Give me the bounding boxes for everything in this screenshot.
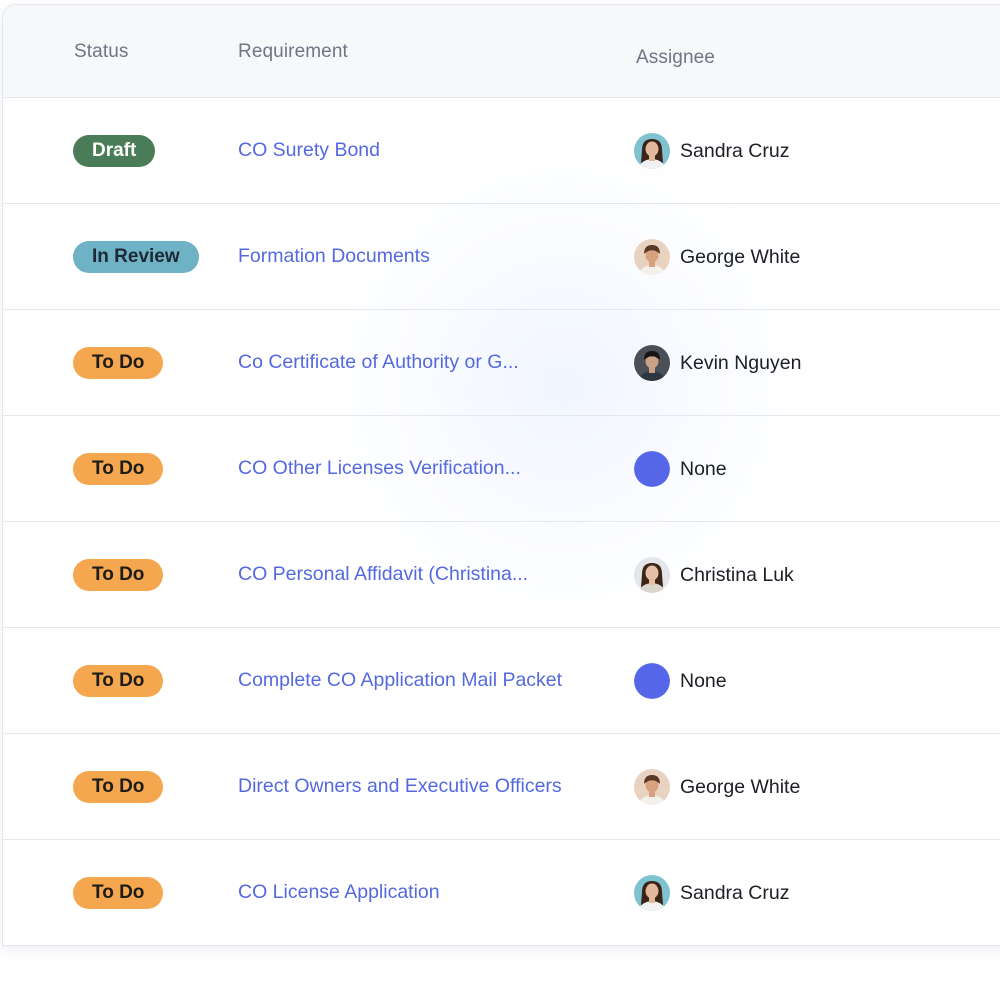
table-row[interactable]: To Do Direct Owners and Executive Office… [3, 734, 1000, 840]
none-avatar [634, 451, 670, 487]
table-row[interactable]: To Do CO Other Licenses Verification... … [3, 416, 1000, 522]
table-row[interactable]: To Do CO Personal Affidavit (Christina..… [3, 522, 1000, 628]
assignee-name: Sandra Cruz [680, 139, 790, 162]
status-badge[interactable]: To Do [73, 559, 164, 591]
status-badge[interactable]: To Do [73, 877, 164, 909]
assignee-name: George White [680, 775, 801, 798]
status-badge[interactable]: To Do [73, 347, 164, 379]
table-row[interactable]: In Review Formation Documents George Whi… [3, 204, 1000, 310]
table-row[interactable]: To Do Complete CO Application Mail Packe… [3, 628, 1000, 734]
table-header: Status Requirement Assignee [3, 5, 1000, 98]
sandra-avatar [634, 875, 670, 911]
sandra-avatar [634, 133, 670, 169]
george-avatar [634, 769, 670, 805]
assignee-cell[interactable]: George White [634, 769, 800, 805]
assignee-name: George White [680, 245, 801, 268]
requirement-link[interactable]: Formation Documents [238, 245, 430, 268]
requirements-table: Status Requirement Assignee Draft CO Sur… [2, 4, 1000, 946]
status-badge[interactable]: To Do [73, 453, 164, 485]
assignee-cell[interactable]: None [634, 663, 727, 699]
table-row[interactable]: To Do Co Certificate of Authority or G..… [3, 310, 1000, 416]
requirement-column-header[interactable]: Requirement [238, 41, 348, 63]
requirement-link[interactable]: Co Certificate of Authority or G... [238, 351, 519, 374]
requirement-link[interactable]: CO License Application [238, 881, 440, 904]
assignee-column-header[interactable]: Assignee [636, 40, 715, 76]
assignee-name: Sandra Cruz [680, 881, 790, 904]
assignee-cell[interactable]: Kevin Nguyen [634, 345, 801, 381]
status-badge[interactable]: Draft [73, 135, 156, 167]
assignee-cell[interactable]: Christina Luk [634, 557, 794, 593]
none-avatar [634, 663, 670, 699]
assignee-cell[interactable]: None [634, 451, 727, 487]
requirement-link[interactable]: CO Personal Affidavit (Christina... [238, 563, 528, 586]
assignee-name: Kevin Nguyen [680, 351, 802, 374]
status-badge[interactable]: To Do [73, 771, 164, 803]
requirement-link[interactable]: Complete CO Application Mail Packet [238, 669, 562, 692]
table-body: Draft CO Surety Bond Sandra Cruz In Revi… [3, 98, 1000, 945]
table-row[interactable]: To Do CO License Application Sandra Cruz [3, 840, 1000, 945]
requirement-link[interactable]: CO Other Licenses Verification... [238, 457, 521, 480]
christina-avatar [634, 557, 670, 593]
george-avatar [634, 239, 670, 275]
assignee-name: None [680, 669, 727, 692]
requirement-link[interactable]: Direct Owners and Executive Officers [238, 775, 562, 798]
assignee-name: None [680, 457, 727, 480]
assignee-cell[interactable]: Sandra Cruz [634, 133, 789, 169]
status-badge[interactable]: In Review [73, 241, 199, 273]
requirement-link[interactable]: CO Surety Bond [238, 139, 380, 162]
assignee-cell[interactable]: Sandra Cruz [634, 875, 789, 911]
assignee-name: Christina Luk [680, 563, 794, 586]
kevin-avatar [634, 345, 670, 381]
status-badge[interactable]: To Do [73, 665, 164, 697]
assignee-cell[interactable]: George White [634, 239, 800, 275]
table-row[interactable]: Draft CO Surety Bond Sandra Cruz [3, 98, 1000, 204]
status-column-header[interactable]: Status [74, 41, 128, 63]
